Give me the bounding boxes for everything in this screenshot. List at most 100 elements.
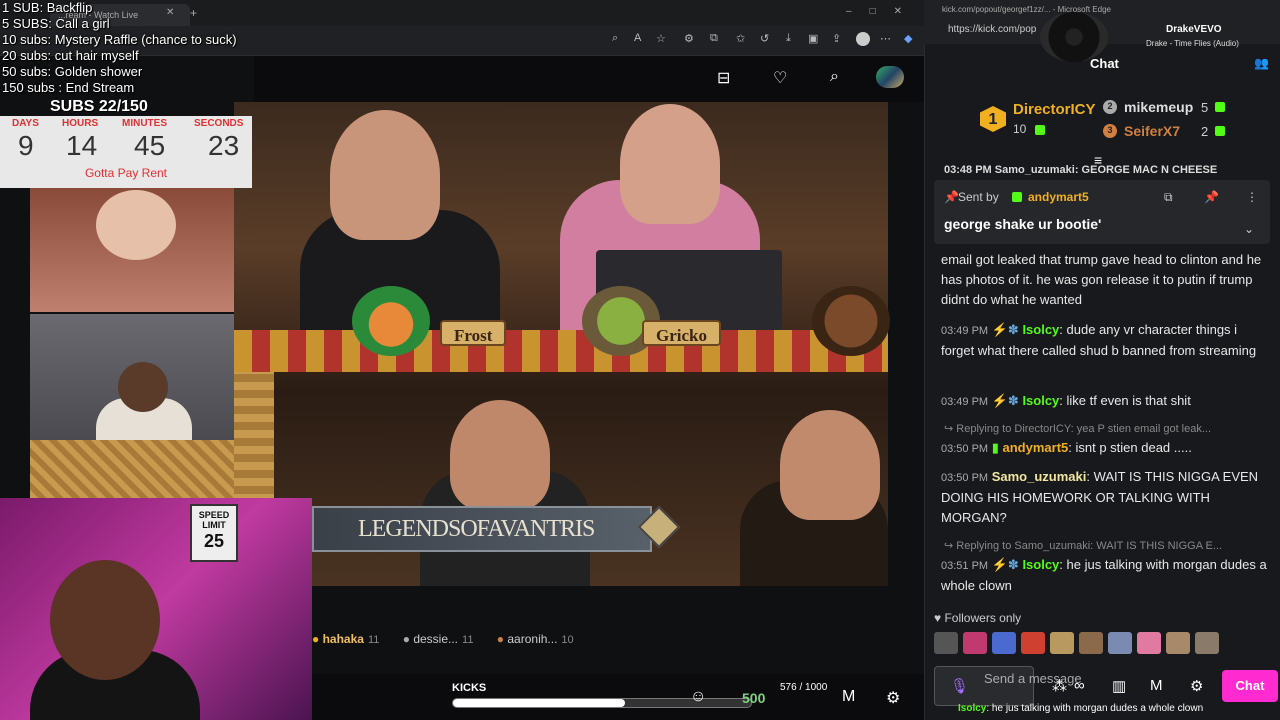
badge-icon: ✽ <box>1007 322 1019 337</box>
search-icon[interactable]: ⌕ <box>830 68 839 86</box>
kicks-count: 576 / 1000 <box>780 682 828 693</box>
read-aloud-icon[interactable]: A <box>634 32 641 44</box>
emote-icon[interactable]: ☺ <box>690 688 706 706</box>
pinned-username[interactable]: andymart5 <box>1028 190 1089 204</box>
person-head <box>450 400 550 510</box>
message-username[interactable]: Isolcy <box>1022 322 1059 337</box>
message-username[interactable]: Isolcy <box>1022 557 1059 572</box>
unpin-icon[interactable]: 📌 <box>1204 190 1219 204</box>
music-song-title: Drake - Time Flies (Audio) <box>1146 39 1239 48</box>
share-icon[interactable]: ⇪ <box>832 32 841 45</box>
emote-icon[interactable] <box>1021 632 1045 654</box>
zoom-icon[interactable]: ⌕ <box>612 32 618 45</box>
badge-icon: ● <box>402 632 410 646</box>
message-timestamp: 03:50 PM <box>941 472 989 484</box>
boar-character-portrait <box>812 286 890 356</box>
more-menu-icon[interactable]: ⋯ <box>880 32 891 45</box>
goal-item: 20 subs: cut hair myself <box>2 48 139 63</box>
reply-context[interactable]: ↪ Replying to Samo_uzumaki: WAIT IS THIS… <box>944 539 1264 552</box>
leader-name[interactable]: SeiferX7 <box>1124 123 1180 139</box>
message-username[interactable]: Isolcy <box>1022 393 1059 408</box>
emote-bar <box>934 632 1264 656</box>
drops-icon[interactable]: ⁂ <box>1052 677 1067 695</box>
person-head <box>620 104 720 224</box>
leader-name[interactable]: DirectorICY <box>1013 101 1096 118</box>
leader-name[interactable]: mikemeup <box>1124 99 1193 115</box>
message-text: : he jus talking with morgan dudes a who… <box>941 557 1267 593</box>
follow-heart-icon[interactable]: ♡ <box>773 68 787 88</box>
sign-text: SPEED LIMIT <box>198 510 230 530</box>
chat-settings-icon[interactable]: ⚙ <box>1190 677 1203 695</box>
favorites-icon[interactable]: ✩ <box>736 32 745 45</box>
copilot-icon[interactable]: ◆ <box>904 32 912 45</box>
reply-context[interactable]: ↪ Replying to DirectorICY: yea P stien e… <box>944 422 1264 435</box>
leaderboard-count: 11 <box>462 634 474 646</box>
copy-icon[interactable]: ⧉ <box>1164 190 1173 205</box>
timer-hours: 14 <box>66 130 98 161</box>
message-text: : WAIT IS THIS NIGGA EVEN DOING HIS HOME… <box>941 469 1259 525</box>
badge-icon: ✽ <box>1007 393 1019 408</box>
emote-icon[interactable] <box>934 632 958 654</box>
message-text: : isnt p stien dead ..... <box>1068 440 1192 455</box>
emote-icon[interactable] <box>1137 632 1161 654</box>
music-disc-icon <box>1040 12 1108 62</box>
kicks-label: KICKS <box>452 682 487 694</box>
screenshot-icon[interactable]: ▣ <box>808 32 818 45</box>
settings-gear-icon[interactable]: ⚙ <box>886 688 900 708</box>
emote-icon[interactable] <box>963 632 987 654</box>
extensions-icon[interactable]: ⚙ <box>684 32 694 45</box>
leaderboard-entry[interactable]: ● hahaka 11 <box>312 632 379 646</box>
message-username[interactable]: andymart5 <box>1003 440 1069 455</box>
chat-address-bar[interactable]: https://kick.com/pop <box>948 24 1036 35</box>
chat-ticker: Isolcy: he jus talking with morgan dudes… <box>958 703 1203 714</box>
chat-message: 03:49 PM ⚡✽ Isolcy: dude any vr characte… <box>941 320 1267 361</box>
leaderboard-entry[interactable]: ● aaronih... 10 <box>497 632 574 646</box>
store-icon[interactable]: ▥ <box>1112 677 1126 695</box>
timer-minutes: 45 <box>134 130 166 161</box>
emote-icon[interactable] <box>1166 632 1190 654</box>
message-text: : dude any vr character things i forget … <box>941 322 1257 358</box>
badge-icon: ● <box>312 632 320 646</box>
leaderboard-entry[interactable]: ● dessie... 11 <box>403 632 474 646</box>
split-screen-icon[interactable]: ⧉ <box>710 32 718 45</box>
goal-item: 5 SUBS: Call a girl <box>2 16 110 31</box>
gem-icon <box>1215 126 1225 136</box>
kick-icon[interactable]: M <box>1150 677 1163 694</box>
users-icon[interactable]: 👥 <box>1254 56 1269 70</box>
theater-mode-icon[interactable]: ⊟ <box>717 68 730 88</box>
emote-icon[interactable] <box>1108 632 1132 654</box>
timer-days-label: DAYS <box>12 118 39 129</box>
person-head <box>50 560 160 680</box>
chevron-down-icon[interactable]: ⌄ <box>1244 222 1254 236</box>
chat-message: 03:50 PM ▮ andymart5: isnt p stien dead … <box>941 438 1267 459</box>
kicks-amount[interactable]: 500 <box>742 690 765 706</box>
badge-icon: ⚡ <box>991 557 1008 572</box>
history-icon[interactable]: ↺ <box>760 32 769 45</box>
reply-text: Replying to Samo_uzumaki: WAIT IS THIS N… <box>956 540 1223 552</box>
followers-only-text: Followers only <box>944 611 1022 625</box>
profile-avatar[interactable] <box>856 32 870 46</box>
user-avatar[interactable] <box>876 66 904 88</box>
message-username[interactable]: Samo_uzumaki <box>992 469 1087 484</box>
infinity-icon[interactable]: ∞ <box>1074 677 1085 694</box>
leaderboard-name: hahaka <box>322 632 364 646</box>
downloads-icon[interactable]: ⤓ <box>786 32 791 45</box>
emote-icon[interactable] <box>1050 632 1074 654</box>
goal-item: 10 subs: Mystery Raffle (chance to suck) <box>2 32 237 47</box>
gricko-nameplate: Gricko <box>642 320 721 346</box>
emote-icon[interactable] <box>992 632 1016 654</box>
message-timestamp: 03:51 PM <box>941 560 989 572</box>
microphone-icon[interactable]: 🎙 <box>950 677 969 695</box>
window-controls[interactable]: –□✕ <box>846 6 920 17</box>
leaderboard-count: 10 <box>561 634 574 646</box>
more-options-icon[interactable]: ⋮ <box>1246 190 1258 204</box>
emote-icon[interactable] <box>1195 632 1219 654</box>
badge-icon: ● <box>496 632 505 646</box>
emote-icon[interactable] <box>1079 632 1103 654</box>
video-footer <box>312 674 924 720</box>
favorite-star-icon[interactable]: ☆ <box>656 32 666 45</box>
kick-header <box>254 56 924 102</box>
leaderboard-name: aaronih... <box>507 632 558 646</box>
send-chat-button[interactable]: Chat <box>1222 670 1278 702</box>
kick-logo-icon[interactable]: M <box>842 688 855 706</box>
